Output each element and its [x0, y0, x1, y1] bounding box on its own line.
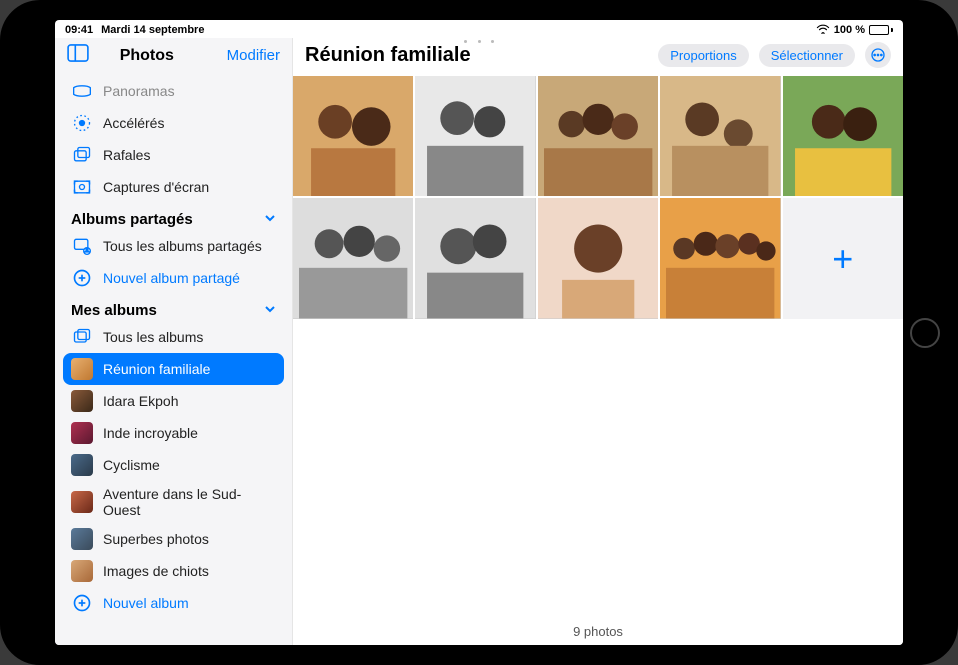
sidebar-item-panoramas[interactable]: Panoramas: [63, 75, 284, 107]
sidebar-item-label: Cyclisme: [103, 457, 160, 473]
content-pane: Réunion familiale Proportions Sélectionn…: [293, 38, 903, 645]
sidebar-item-reunion-familiale[interactable]: Réunion familiale: [63, 353, 284, 385]
photo-count: 9 photos: [293, 616, 903, 645]
sidebar-item-label: Rafales: [103, 147, 150, 163]
plus-icon: [71, 267, 93, 289]
chevron-down-icon: [264, 211, 276, 228]
sidebar-item-label: Nouvel album: [103, 595, 189, 611]
sidebar-item-new-shared[interactable]: Nouvel album partagé: [63, 262, 284, 294]
battery-percent: 100 %: [834, 24, 865, 36]
photo-tile[interactable]: [783, 76, 903, 196]
add-photo-tile[interactable]: +: [783, 198, 903, 318]
status-date: Mardi 14 septembre: [101, 24, 204, 36]
sidebar-item-new-album[interactable]: Nouvel album: [63, 587, 284, 619]
photo-tile[interactable]: [538, 198, 658, 318]
section-shared-albums[interactable]: Albums partagés: [63, 203, 284, 230]
home-button[interactable]: [910, 318, 940, 348]
album-thumb-icon: [71, 491, 93, 513]
photo-grid: +: [293, 76, 903, 319]
photo-tile[interactable]: [415, 76, 535, 196]
album-thumb-icon: [71, 422, 93, 444]
sidebar-item-label: Idara Ekpoh: [103, 393, 179, 409]
sidebar-item-label: Nouvel album partagé: [103, 270, 240, 286]
battery-icon: [869, 25, 893, 35]
sidebar-list[interactable]: Panoramas Accélérés Rafales: [55, 75, 292, 645]
sidebar-item-label: Aventure dans le Sud-Ouest: [103, 486, 276, 518]
album-thumb-icon: [71, 358, 93, 380]
sidebar-item-rafales[interactable]: Rafales: [63, 139, 284, 171]
sidebar-item-label: Tous les albums partagés: [103, 238, 262, 254]
photo-tile[interactable]: [415, 198, 535, 318]
panoramas-icon: [71, 80, 93, 102]
sidebar-item-acceleres[interactable]: Accélérés: [63, 107, 284, 139]
status-time: 09:41: [65, 24, 93, 36]
content-header: Réunion familiale Proportions Sélectionn…: [293, 38, 903, 76]
bursts-icon: [71, 144, 93, 166]
sidebar-item-superbes-photos[interactable]: Superbes photos: [63, 523, 284, 555]
sidebar-item-label: Superbes photos: [103, 531, 209, 547]
photo-tile[interactable]: [538, 76, 658, 196]
shared-albums-icon: [71, 235, 93, 257]
status-bar: 09:41 Mardi 14 septembre 100 %: [55, 20, 903, 38]
photo-tile[interactable]: [660, 76, 780, 196]
sidebar-item-label: Tous les albums: [103, 329, 203, 345]
edit-button[interactable]: Modifier: [227, 47, 280, 64]
section-label: Mes albums: [71, 302, 157, 319]
photo-tile[interactable]: [660, 198, 780, 318]
sidebar-item-cyclisme[interactable]: Cyclisme: [63, 449, 284, 481]
sidebar-item-label: Images de chiots: [103, 563, 209, 579]
wifi-icon: [816, 24, 830, 37]
sidebar-item-inde-incroyable[interactable]: Inde incroyable: [63, 417, 284, 449]
sidebar: Photos Modifier Panoramas Accé: [55, 38, 293, 645]
screen: 09:41 Mardi 14 septembre 100 %: [55, 20, 903, 645]
select-button[interactable]: Sélectionner: [759, 44, 855, 67]
photo-tile[interactable]: [293, 198, 413, 318]
screenshots-icon: [71, 176, 93, 198]
album-thumb-icon: [71, 454, 93, 476]
album-title: Réunion familiale: [305, 44, 471, 67]
ipad-frame: 09:41 Mardi 14 septembre 100 %: [0, 0, 958, 665]
album-thumb-icon: [71, 560, 93, 582]
sidebar-item-label: Accélérés: [103, 115, 164, 131]
plus-icon: +: [832, 238, 853, 280]
sidebar-item-label: Réunion familiale: [103, 361, 210, 377]
sidebar-item-all-shared[interactable]: Tous les albums partagés: [63, 230, 284, 262]
chevron-down-icon: [264, 302, 276, 319]
photo-tile[interactable]: [293, 76, 413, 196]
album-thumb-icon: [71, 528, 93, 550]
sidebar-item-images-chiots[interactable]: Images de chiots: [63, 555, 284, 587]
section-label: Albums partagés: [71, 211, 193, 228]
sidebar-item-aventure-sud-ouest[interactable]: Aventure dans le Sud-Ouest: [63, 481, 284, 523]
sidebar-title: Photos: [67, 47, 227, 65]
sidebar-item-all-albums[interactable]: Tous les albums: [63, 321, 284, 353]
timelapse-icon: [71, 112, 93, 134]
sidebar-header: Photos Modifier: [55, 38, 292, 75]
album-thumb-icon: [71, 390, 93, 412]
more-button[interactable]: [865, 42, 891, 68]
sidebar-item-label: Inde incroyable: [103, 425, 198, 441]
sidebar-item-label: Captures d'écran: [103, 179, 209, 195]
plus-icon: [71, 592, 93, 614]
sidebar-item-label: Panoramas: [103, 83, 175, 99]
section-my-albums[interactable]: Mes albums: [63, 294, 284, 321]
proportions-button[interactable]: Proportions: [658, 44, 748, 67]
sidebar-item-captures[interactable]: Captures d'écran: [63, 171, 284, 203]
sidebar-item-idara-ekpoh[interactable]: Idara Ekpoh: [63, 385, 284, 417]
multitask-handle[interactable]: [464, 40, 494, 44]
albums-icon: [71, 326, 93, 348]
